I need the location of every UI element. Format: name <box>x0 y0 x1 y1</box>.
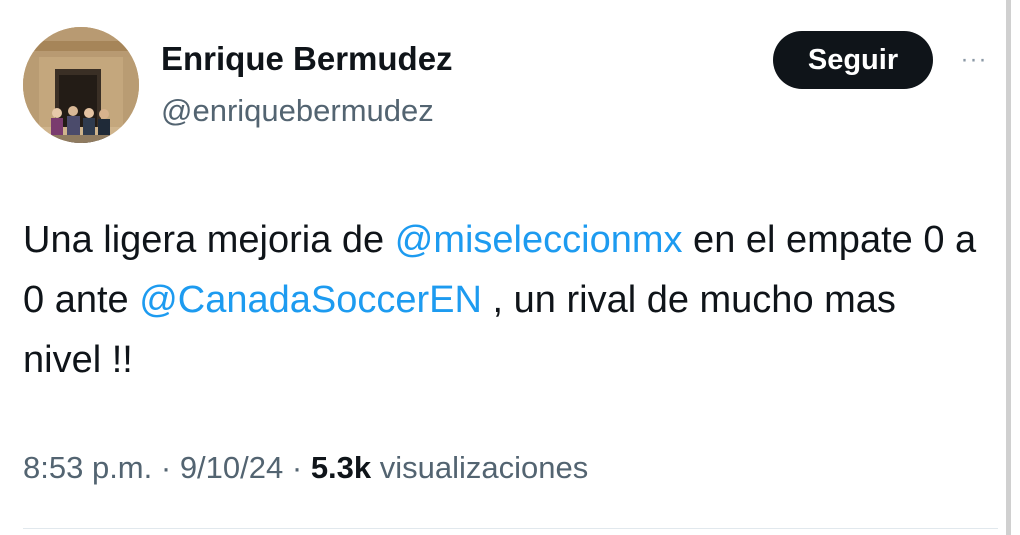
more-options-icon[interactable]: ··· <box>954 46 994 74</box>
tweet-meta: 8:53 p.m. · 9/10/24 · 5.3k visualizacion… <box>23 450 588 486</box>
meta-separator: · <box>283 450 311 485</box>
divider <box>23 528 998 529</box>
tweet-time[interactable]: 8:53 p.m. <box>23 450 152 485</box>
author-handle[interactable]: @enriquebermudez <box>161 93 434 129</box>
scrollbar[interactable] <box>1006 0 1011 535</box>
profile-photo-icon <box>23 27 139 143</box>
views-label[interactable]: visualizaciones <box>371 450 589 485</box>
tweet-text: Una ligera mejoria de @miseleccionmx en … <box>23 210 983 390</box>
mention-link[interactable]: @CanadaSoccerEN <box>139 279 482 321</box>
meta-separator: · <box>152 450 180 485</box>
mention-link[interactable]: @miseleccionmx <box>395 219 683 261</box>
tweet-text-part: Una ligera mejoria de <box>23 219 395 261</box>
avatar[interactable] <box>23 27 139 143</box>
views-count[interactable]: 5.3k <box>311 450 371 485</box>
tweet-page: Enrique Bermudez @enriquebermudez Seguir… <box>0 0 1020 535</box>
follow-button[interactable]: Seguir <box>773 31 933 89</box>
author-name[interactable]: Enrique Bermudez <box>161 40 453 78</box>
tweet-date[interactable]: 9/10/24 <box>180 450 283 485</box>
